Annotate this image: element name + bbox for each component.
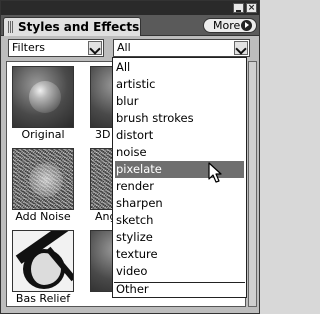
thumbnail-original[interactable]: Original <box>7 62 79 141</box>
mouse-pointer-icon <box>208 162 222 183</box>
thumbnail-image <box>12 230 74 292</box>
dropdown-item-video[interactable]: video <box>115 263 244 280</box>
dropdown-item-noise[interactable]: noise <box>115 144 244 161</box>
category-dropdown-value: Filters <box>12 41 45 54</box>
thumbnail-label: Add Noise <box>15 210 71 223</box>
more-button[interactable]: More <box>203 18 257 33</box>
dropdown-item-all[interactable]: All <box>115 59 244 76</box>
grip-icon[interactable] <box>8 21 14 33</box>
dropdown-item-distort[interactable]: distort <box>115 127 244 144</box>
filter-dropdown-value: All <box>117 41 131 54</box>
chevron-down-icon[interactable] <box>88 41 102 55</box>
close-icon[interactable]: × <box>246 3 257 13</box>
thumbnail-add-noise[interactable]: Add Noise <box>7 144 79 223</box>
dropdown-item-texture[interactable]: texture <box>115 246 244 263</box>
filter-dropdown-list: All artistic blur brush strokes distort … <box>112 57 247 298</box>
category-dropdown[interactable]: Filters <box>8 39 104 57</box>
minimize-icon[interactable] <box>233 3 244 13</box>
more-label: More <box>213 19 241 32</box>
panel-title-strip[interactable]: × <box>1 1 259 15</box>
thumbnail-image <box>12 148 74 210</box>
dropdown-item-artistic[interactable]: artistic <box>115 76 244 93</box>
chevron-down-icon[interactable] <box>234 41 248 55</box>
thumbnail-bas-relief[interactable]: Bas Relief <box>7 226 79 305</box>
tab-label: Styles and Effects <box>18 20 140 34</box>
tab-styles-and-effects[interactable]: Styles and Effects <box>3 17 141 36</box>
play-arrow-icon <box>241 20 252 31</box>
thumbnail-image <box>12 66 74 128</box>
dropdown-item-blur[interactable]: blur <box>115 93 244 110</box>
dropdown-item-render[interactable]: render <box>115 178 244 195</box>
dropdown-item-brush-strokes[interactable]: brush strokes <box>115 110 244 127</box>
dropdown-item-sharpen[interactable]: sharpen <box>115 195 244 212</box>
thumbnail-label: Bas Relief <box>15 292 71 305</box>
thumbnail-label: Original <box>21 128 65 141</box>
dropdown-item-pixelate[interactable]: pixelate <box>115 161 244 178</box>
styles-effects-panel: × Styles and Effects More Filters All Or… <box>0 0 260 314</box>
dropdown-item-other[interactable]: Other <box>115 281 244 298</box>
dropdown-item-sketch[interactable]: sketch <box>115 212 244 229</box>
tab-bar: Styles and Effects More <box>1 15 259 36</box>
filter-dropdown[interactable]: All <box>113 39 250 57</box>
panel-scrollbar[interactable] <box>248 61 257 307</box>
dropdown-item-stylize[interactable]: stylize <box>115 229 244 246</box>
